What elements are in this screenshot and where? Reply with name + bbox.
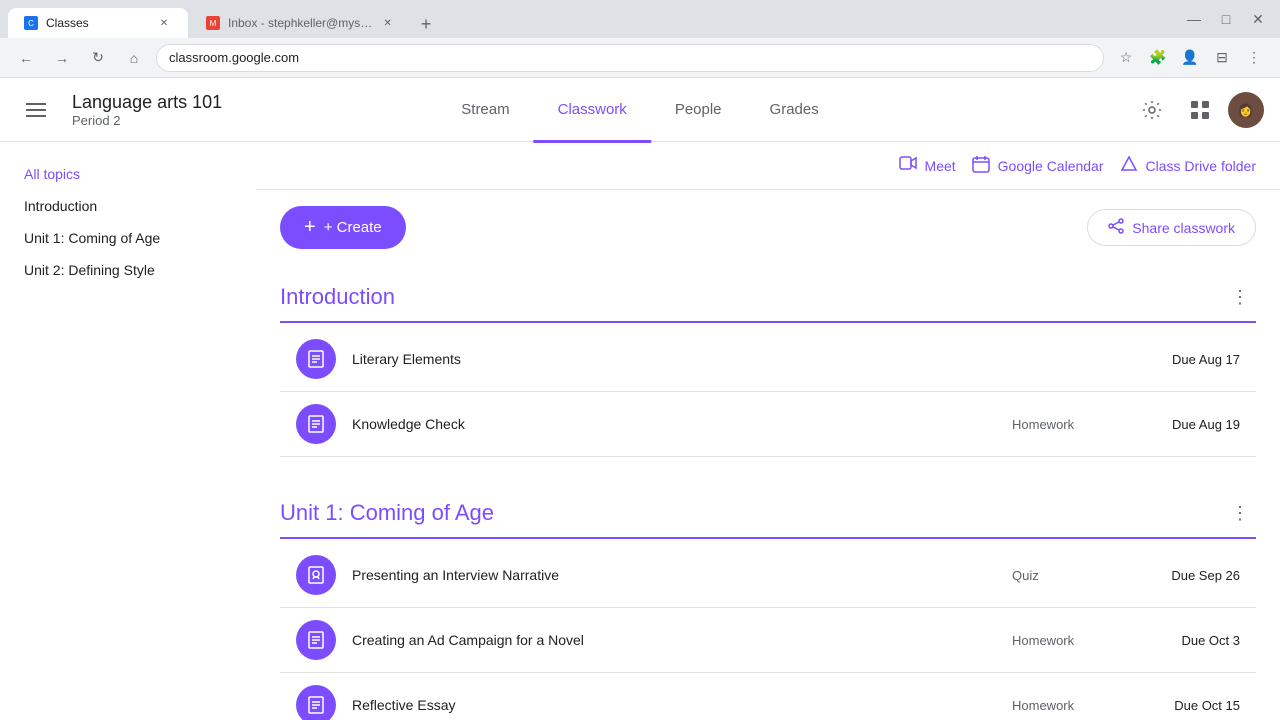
share-icon bbox=[1108, 218, 1124, 237]
google-calendar-button[interactable]: Google Calendar bbox=[972, 155, 1104, 176]
assignment-interview-narrative[interactable]: Presenting an Interview Narrative Quiz D… bbox=[280, 543, 1256, 608]
maximize-button[interactable]: □ bbox=[1212, 5, 1240, 33]
apps-grid-icon[interactable] bbox=[1180, 90, 1220, 130]
ad-campaign-icon bbox=[296, 620, 336, 660]
create-button[interactable]: + + Create bbox=[280, 206, 406, 249]
section-unit1: Unit 1: Coming of Age ⋮ Presenting bbox=[280, 489, 1256, 720]
classes-favicon: C bbox=[24, 16, 38, 30]
tab-stream[interactable]: Stream bbox=[437, 79, 533, 143]
create-row: + + Create Share classwork bbox=[280, 206, 1256, 249]
new-tab-button[interactable]: + bbox=[412, 10, 440, 38]
tab-gmail[interactable]: M Inbox - stephkeller@myschool.edu ✕ bbox=[190, 8, 410, 38]
drive-icon bbox=[1120, 155, 1138, 176]
minimize-button[interactable]: — bbox=[1180, 5, 1208, 33]
app-body: All topics Introduction Unit 1: Coming o… bbox=[0, 142, 1280, 720]
assignment-literary-elements[interactable]: Literary Elements Due Aug 17 bbox=[280, 327, 1256, 392]
section-introduction-menu[interactable]: ⋮ bbox=[1224, 281, 1256, 313]
gmail-favicon: M bbox=[206, 16, 220, 30]
literary-elements-due: Due Aug 17 bbox=[1140, 352, 1240, 367]
interview-narrative-icon bbox=[296, 555, 336, 595]
reflective-essay-due: Due Oct 15 bbox=[1140, 698, 1240, 713]
header-left: Language arts 101 Period 2 bbox=[16, 90, 222, 130]
section-introduction-header: Introduction ⋮ bbox=[280, 273, 1256, 323]
section-unit1-header: Unit 1: Coming of Age ⋮ bbox=[280, 489, 1256, 539]
tab-classwork[interactable]: Classwork bbox=[534, 79, 651, 143]
meet-icon bbox=[899, 154, 917, 177]
back-button[interactable]: ← bbox=[12, 44, 40, 72]
app-subtitle: Period 2 bbox=[72, 113, 222, 128]
tab-people[interactable]: People bbox=[651, 79, 746, 143]
close-window-button[interactable]: ✕ bbox=[1244, 5, 1272, 33]
sidebar-icon[interactable]: ⊟ bbox=[1208, 44, 1236, 72]
tab-classes[interactable]: C Classes ✕ bbox=[8, 8, 188, 38]
address-bar[interactable]: classroom.google.com bbox=[156, 44, 1104, 72]
app: Language arts 101 Period 2 Stream Classw… bbox=[0, 78, 1280, 720]
forward-button[interactable]: → bbox=[48, 44, 76, 72]
knowledge-check-name: Knowledge Check bbox=[352, 416, 1012, 432]
literary-elements-icon bbox=[296, 339, 336, 379]
literary-elements-name: Literary Elements bbox=[352, 351, 1012, 367]
browser-toolbar: ← → ↻ ⌂ classroom.google.com ☆ 🧩 👤 ⊟ ⋮ bbox=[0, 38, 1280, 78]
app-title: Language arts 101 Period 2 bbox=[72, 92, 222, 128]
knowledge-check-icon bbox=[296, 404, 336, 444]
user-avatar[interactable]: 👩 bbox=[1228, 92, 1264, 128]
profile-icon[interactable]: 👤 bbox=[1176, 44, 1204, 72]
meet-button[interactable]: Meet bbox=[899, 154, 956, 177]
ad-campaign-due: Due Oct 3 bbox=[1140, 633, 1240, 648]
reflective-essay-icon bbox=[296, 685, 336, 720]
tab-grades[interactable]: Grades bbox=[746, 79, 843, 143]
main-content: Meet Google Calendar bbox=[256, 142, 1280, 720]
tab-gmail-close[interactable]: ✕ bbox=[381, 15, 394, 31]
section-introduction: Introduction ⋮ Literary Elements bbox=[280, 273, 1256, 457]
toolbar-right: ☆ 🧩 👤 ⊟ ⋮ bbox=[1112, 44, 1268, 72]
reflective-essay-name: Reflective Essay bbox=[352, 697, 1012, 713]
bookmark-icon[interactable]: ☆ bbox=[1112, 44, 1140, 72]
tab-bar: C Classes ✕ M Inbox - stephkeller@myscho… bbox=[8, 0, 440, 38]
extensions-icon[interactable]: 🧩 bbox=[1144, 44, 1172, 72]
sidebar-item-introduction[interactable]: Introduction bbox=[0, 190, 256, 222]
more-options-icon[interactable]: ⋮ bbox=[1240, 44, 1268, 72]
assignment-reflective-essay[interactable]: Reflective Essay Homework Due Oct 15 bbox=[280, 673, 1256, 720]
reflective-essay-type: Homework bbox=[1012, 698, 1092, 713]
sidebar-item-unit2[interactable]: Unit 2: Defining Style bbox=[0, 254, 256, 286]
create-plus-icon: + bbox=[304, 216, 316, 239]
knowledge-check-type: Homework bbox=[1012, 417, 1092, 432]
section-introduction-title: Introduction bbox=[280, 284, 395, 310]
ad-campaign-type: Homework bbox=[1012, 633, 1092, 648]
tab-classes-close[interactable]: ✕ bbox=[156, 15, 172, 31]
app-header: Language arts 101 Period 2 Stream Classw… bbox=[0, 78, 1280, 142]
interview-narrative-due: Due Sep 26 bbox=[1140, 568, 1240, 583]
refresh-button[interactable]: ↻ bbox=[84, 44, 112, 72]
app-name: Language arts 101 bbox=[72, 92, 222, 113]
sidebar-item-all-topics[interactable]: All topics bbox=[0, 158, 256, 190]
section-unit1-title: Unit 1: Coming of Age bbox=[280, 500, 494, 526]
calendar-icon bbox=[972, 155, 990, 176]
assignment-ad-campaign[interactable]: Creating an Ad Campaign for a Novel Home… bbox=[280, 608, 1256, 673]
assignment-knowledge-check[interactable]: Knowledge Check Homework Due Aug 19 bbox=[280, 392, 1256, 457]
header-right: 👩 bbox=[1132, 90, 1264, 130]
interview-narrative-name: Presenting an Interview Narrative bbox=[352, 567, 1012, 583]
section-unit1-menu[interactable]: ⋮ bbox=[1224, 497, 1256, 529]
address-text: classroom.google.com bbox=[169, 50, 299, 65]
interview-narrative-type: Quiz bbox=[1012, 568, 1092, 583]
knowledge-check-due: Due Aug 19 bbox=[1140, 417, 1240, 432]
class-drive-folder-button[interactable]: Class Drive folder bbox=[1120, 155, 1256, 176]
header-nav: Stream Classwork People Grades bbox=[437, 78, 842, 142]
top-actions-bar: Meet Google Calendar bbox=[256, 142, 1280, 190]
hamburger-menu-icon[interactable] bbox=[16, 90, 56, 130]
settings-icon[interactable] bbox=[1132, 90, 1172, 130]
sidebar: All topics Introduction Unit 1: Coming o… bbox=[0, 142, 256, 720]
tab-gmail-label: Inbox - stephkeller@myschool.edu bbox=[228, 16, 373, 30]
share-classwork-button[interactable]: Share classwork bbox=[1087, 209, 1256, 246]
sidebar-item-unit1[interactable]: Unit 1: Coming of Age bbox=[0, 222, 256, 254]
home-button[interactable]: ⌂ bbox=[120, 44, 148, 72]
content-area: + + Create Share classwork bbox=[256, 190, 1280, 720]
ad-campaign-name: Creating an Ad Campaign for a Novel bbox=[352, 632, 1012, 648]
tab-classes-label: Classes bbox=[46, 16, 89, 30]
